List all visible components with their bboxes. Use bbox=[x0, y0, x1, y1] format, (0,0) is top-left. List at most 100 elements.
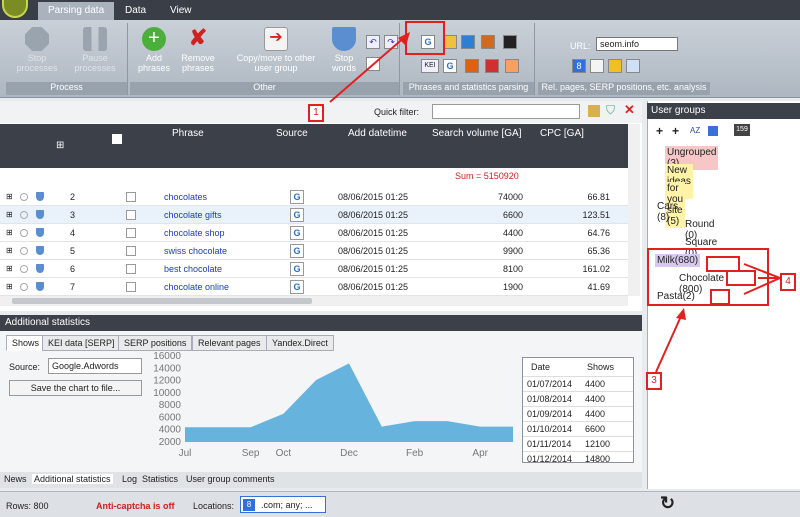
locations-selector[interactable]: 8 .com; any; ... bbox=[240, 496, 326, 513]
column-chooser-icon[interactable]: ⊞ bbox=[56, 140, 64, 151]
tab-data[interactable]: Data bbox=[115, 2, 156, 20]
table-row[interactable]: 01/07/2014 4400 bbox=[523, 376, 633, 391]
tab-relevant-pages[interactable]: Relevant pages bbox=[192, 335, 267, 351]
table-row[interactable]: ⊞ 7 chocolate online G 08/06/2015 01:25 1900 4… bbox=[0, 278, 628, 296]
google-kei-icon[interactable]: G bbox=[443, 59, 457, 73]
column-header-add-datetime[interactable]: Add datetime bbox=[348, 128, 407, 139]
expand-icon[interactable]: ⊞ bbox=[6, 282, 13, 291]
tab-serp-positions[interactable]: SERP positions bbox=[118, 335, 193, 351]
column-header-source[interactable]: Source bbox=[276, 128, 308, 139]
row-checkbox[interactable] bbox=[126, 192, 136, 202]
add-subgroup-icon[interactable]: + bbox=[672, 124, 679, 138]
parse-icon-3[interactable] bbox=[461, 35, 475, 49]
sort-count-icon[interactable] bbox=[708, 126, 718, 136]
row-number: 6 bbox=[70, 264, 76, 274]
row-checkbox[interactable] bbox=[126, 210, 136, 220]
parse-icon-4[interactable] bbox=[481, 35, 495, 49]
expand-icon[interactable]: ⊞ bbox=[6, 228, 13, 237]
grid-horizontal-scrollbar[interactable] bbox=[0, 296, 628, 306]
tab-news[interactable]: News bbox=[4, 474, 27, 484]
tab-log[interactable]: Log bbox=[122, 474, 137, 484]
phrase-link[interactable]: swiss chocolate bbox=[164, 246, 227, 256]
google-positions-icon[interactable]: 8 bbox=[572, 59, 586, 73]
counter-icon[interactable]: 159 bbox=[734, 124, 750, 136]
column-header-search-volume[interactable]: Search volume [GA] bbox=[432, 128, 521, 139]
kei-button[interactable]: KEI bbox=[421, 59, 439, 73]
select-all-checkbox[interactable] bbox=[112, 134, 122, 144]
tab-kei-data[interactable]: KEI data [SERP] bbox=[42, 335, 121, 351]
tab-shows[interactable]: Shows bbox=[6, 335, 46, 351]
sort-az-icon[interactable]: AZ bbox=[690, 126, 700, 135]
add-phrases-button[interactable]: + Add phrases bbox=[134, 27, 174, 73]
add-group-icon[interactable]: + bbox=[656, 124, 663, 138]
save-chart-button[interactable]: Save the chart to file... bbox=[9, 380, 142, 396]
table-row[interactable]: 01/12/2014 14800 bbox=[523, 451, 633, 466]
row-checkbox[interactable] bbox=[126, 282, 136, 292]
lock-icon bbox=[20, 229, 28, 237]
tab-view[interactable]: View bbox=[160, 2, 202, 20]
table-row[interactable]: 01/09/2014 4400 bbox=[523, 406, 633, 421]
parse-icon-5[interactable] bbox=[503, 35, 517, 49]
row-number: 5 bbox=[70, 246, 76, 256]
refresh-icon[interactable]: ↻ bbox=[660, 493, 675, 514]
url-input[interactable]: seom.info bbox=[596, 37, 678, 51]
expand-icon[interactable]: ⊞ bbox=[6, 246, 13, 255]
phrase-link[interactable]: chocolate online bbox=[164, 282, 229, 292]
lock-icon bbox=[20, 247, 28, 255]
copy-move-button[interactable]: ➔ Copy/move to other user group bbox=[228, 27, 324, 73]
tab-parsing-data[interactable]: Parsing data bbox=[38, 2, 115, 20]
parse-icon-8[interactable] bbox=[505, 59, 519, 73]
column-header-cpc[interactable]: CPC [GA] bbox=[540, 128, 584, 139]
table-row[interactable]: 01/11/2014 12100 bbox=[523, 436, 633, 451]
user-group-item[interactable]: Cars (8) bbox=[655, 200, 680, 224]
rel-icon-4[interactable] bbox=[626, 59, 640, 73]
clear-filter-icon[interactable]: ✕ bbox=[624, 102, 635, 118]
parse-icon-7[interactable] bbox=[485, 59, 499, 73]
move-arrow-icon: ➔ bbox=[264, 27, 288, 51]
rel-icon-3[interactable] bbox=[608, 59, 622, 73]
phrase-link[interactable]: chocolate shop bbox=[164, 228, 225, 238]
shield-icon bbox=[36, 210, 44, 219]
table-row[interactable]: ⊞ 5 swiss chocolate G 08/06/2015 01:25 9900 65… bbox=[0, 242, 628, 260]
row-checkbox[interactable] bbox=[126, 228, 136, 238]
rel-icon-2[interactable] bbox=[590, 59, 604, 73]
tab-yandex-direct[interactable]: Yandex.Direct bbox=[266, 335, 334, 351]
expand-icon[interactable]: ⊞ bbox=[6, 192, 13, 201]
expand-icon[interactable]: ⊞ bbox=[6, 264, 13, 273]
grid-vertical-scrollbar[interactable] bbox=[628, 124, 640, 296]
google-source-icon: G bbox=[290, 226, 304, 240]
table-row[interactable]: 01/10/2014 6600 bbox=[523, 421, 633, 436]
table-row[interactable]: ⊞ 2 chocolates G 08/06/2015 01:25 74000 66.81 bbox=[0, 188, 628, 206]
quick-filter-input[interactable] bbox=[432, 104, 580, 119]
tab-additional-statistics[interactable]: Additional statistics bbox=[32, 474, 113, 484]
source-select[interactable]: Google.Adwords bbox=[48, 358, 142, 374]
funnel-icon[interactable]: ⛉ bbox=[606, 103, 615, 118]
grid-header: ⊞ Phrase Source Add datetime Search volu… bbox=[0, 124, 628, 168]
phrase-link[interactable]: chocolates bbox=[164, 192, 207, 202]
column-header-phrase[interactable]: Phrase bbox=[172, 128, 204, 139]
table-row[interactable]: 01/08/2014 4400 bbox=[523, 391, 633, 406]
tab-user-group-comments[interactable]: User group comments bbox=[186, 474, 275, 484]
table-row[interactable]: ⊞ 6 best chocolate G 08/06/2015 01:25 8100 161… bbox=[0, 260, 628, 278]
scroll-thumb[interactable] bbox=[12, 298, 312, 304]
group-caption: Process bbox=[6, 82, 127, 95]
stop-processes-button[interactable]: Stop processes bbox=[12, 27, 62, 73]
add-datetime: 08/06/2015 01:25 bbox=[338, 282, 409, 292]
row-checkbox[interactable] bbox=[126, 246, 136, 256]
pause-processes-button[interactable]: Pause processes bbox=[68, 27, 122, 73]
stats-panel-title: Additional statistics bbox=[0, 315, 642, 331]
table-row[interactable]: ⊞ 4 chocolate shop G 08/06/2015 01:25 4400 64.… bbox=[0, 224, 628, 242]
phrase-link[interactable]: best chocolate bbox=[164, 264, 222, 274]
parse-icon-2[interactable] bbox=[443, 35, 457, 49]
shows-cell: 4400 bbox=[585, 379, 606, 389]
tab-statistics[interactable]: Statistics bbox=[142, 474, 178, 484]
filter-settings-icon[interactable] bbox=[588, 105, 600, 117]
parse-icon-6[interactable] bbox=[465, 59, 479, 73]
x-tick-label: Oct bbox=[276, 448, 292, 459]
expand-icon[interactable]: ⊞ bbox=[6, 210, 13, 219]
google-icon: 8 bbox=[243, 499, 255, 511]
row-checkbox[interactable] bbox=[126, 264, 136, 274]
table-row[interactable]: ⊞ 3 chocolate gifts G 08/06/2015 01:25 6600 12… bbox=[0, 206, 628, 224]
remove-phrases-button[interactable]: ✘ Remove phrases bbox=[176, 27, 220, 74]
phrase-link[interactable]: chocolate gifts bbox=[164, 210, 222, 220]
